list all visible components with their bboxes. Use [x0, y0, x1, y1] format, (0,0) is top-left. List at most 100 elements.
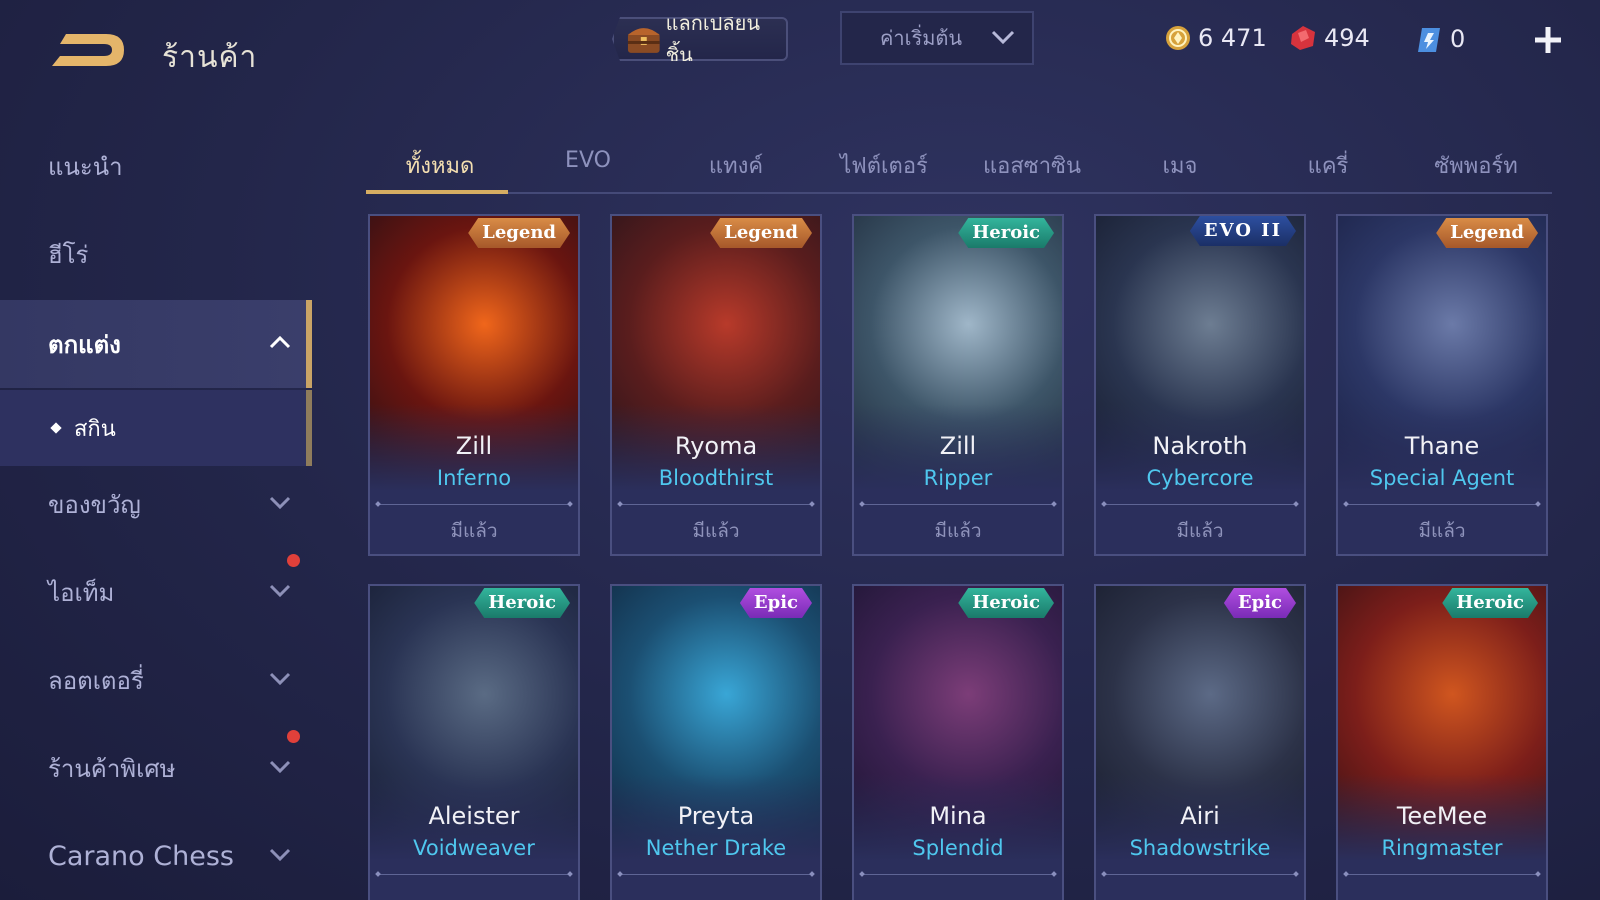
exchange-pieces-button[interactable]: แลกเปลี่ยนชิ้น	[612, 17, 788, 61]
sidebar-item-label: Carano Chess	[48, 840, 234, 872]
owned-status: มีแล้ว	[934, 520, 982, 542]
sidebar-item-special-shop[interactable]: ร้านค้าพิเศษ	[0, 724, 312, 812]
skin-card[interactable]: Legend Ryoma Bloodthirst มีแล้ว	[610, 214, 822, 556]
back-button[interactable]	[46, 26, 128, 74]
skin-card[interactable]: Epic Airi Shadowstrike	[1094, 584, 1306, 900]
red-voucher-icon	[1291, 26, 1315, 50]
tier-badge: Heroic	[474, 588, 570, 618]
sidebar-item-label: ฮีโร่	[48, 240, 89, 269]
chevron-up-icon	[269, 335, 291, 349]
skin-name: Special Agent	[1369, 466, 1515, 490]
skin-card[interactable]: Heroic Mina Splendid	[852, 584, 1064, 900]
card-divider	[1346, 504, 1538, 505]
tab-label: ซัพพอร์ท	[1434, 154, 1518, 179]
hero-name: TeeMee	[1396, 802, 1488, 830]
ticket-currency: 0	[1416, 24, 1465, 54]
skin-name: Bloodthirst	[658, 466, 774, 490]
voucher-currency: 494	[1288, 24, 1370, 52]
tier-badge: Legend	[468, 218, 570, 248]
tab-label: แครี่	[1307, 154, 1349, 179]
hero-name: Thane	[1404, 432, 1480, 460]
sidebar-item-label: ตกแต่ง	[48, 330, 121, 359]
tab-label: ไฟต์เตอร์	[840, 154, 928, 179]
chevron-down-icon	[269, 496, 291, 510]
skin-name: Ringmaster	[1381, 836, 1503, 860]
skin-grid: Legend Zill Inferno มีแล้ว Legend Ryoma Bloodt…	[368, 214, 1554, 900]
add-currency-button[interactable]	[1530, 22, 1566, 58]
skin-name: Splendid	[912, 836, 1004, 860]
sidebar-item-recommended[interactable]: แนะนำ	[0, 122, 312, 210]
tier-badge: Epic	[1224, 588, 1296, 618]
sidebar-subitem-label: สกิน	[74, 416, 116, 442]
card-divider	[378, 874, 570, 875]
tab-support[interactable]: ซัพพอร์ท	[1402, 148, 1550, 192]
chevron-down-icon	[269, 848, 291, 862]
sidebar-item-heroes[interactable]: ฮีโร่	[0, 210, 312, 298]
chevron-down-icon	[269, 584, 291, 598]
tier-badge: Heroic	[1442, 588, 1538, 618]
tab-all[interactable]: ทั้งหมด	[366, 148, 514, 194]
voucher-amount: 494	[1324, 24, 1370, 52]
tab-evo[interactable]: EVO	[514, 148, 662, 192]
hero-name: Airi	[1180, 802, 1220, 830]
owned-status: มีแล้ว	[1176, 520, 1224, 542]
sidebar-item-label: ไอเท็ม	[48, 578, 115, 607]
hero-name: Zill	[455, 432, 493, 460]
card-divider	[1104, 504, 1296, 505]
hero-name: Zill	[939, 432, 977, 460]
tab-mage[interactable]: เมจ	[1106, 148, 1254, 192]
tier-badge: EVO II	[1190, 216, 1296, 246]
hero-name: Ryoma	[674, 432, 758, 460]
skin-card[interactable]: Epic Preyta Nether Drake	[610, 584, 822, 900]
sidebar-item-label: แนะนำ	[48, 152, 123, 181]
tab-carry[interactable]: แครี่	[1254, 148, 1402, 192]
owned-status: มีแล้ว	[692, 520, 740, 542]
tab-label: เมจ	[1162, 154, 1198, 179]
skin-card[interactable]: EVO II Nakroth Cybercore มีแล้ว	[1094, 214, 1306, 556]
tab-label: แอสซาซิน	[982, 154, 1082, 179]
gold-amount: 6 471	[1198, 24, 1267, 52]
sidebar-item-label: ร้านค้าพิเศษ	[48, 754, 176, 783]
card-divider	[1104, 874, 1296, 875]
sidebar-item-lottery[interactable]: ลอตเตอรี่	[0, 636, 312, 724]
tab-tank[interactable]: แทงค์	[662, 148, 810, 192]
owned-status: มีแล้ว	[1418, 520, 1466, 542]
tab-assassin[interactable]: แอสซาซิน	[958, 148, 1106, 192]
card-divider	[620, 504, 812, 505]
skin-name: Shadowstrike	[1129, 836, 1271, 860]
sort-dropdown[interactable]: ค่าเริ่มต้น	[840, 11, 1034, 65]
sidebar-subitem-skins[interactable]: สกิน	[0, 390, 312, 466]
skin-name: Inferno	[436, 466, 512, 490]
skin-name: Voidweaver	[413, 836, 535, 860]
ticket-amount: 0	[1450, 25, 1466, 53]
skin-card[interactable]: Legend Thane Special Agent มีแล้ว	[1336, 214, 1548, 556]
category-tabs: ทั้งหมด EVO แทงค์ ไฟต์เตอร์ แอสซาซิน เมจ…	[366, 142, 1552, 194]
skin-card[interactable]: Legend Zill Inferno มีแล้ว	[368, 214, 580, 556]
tier-badge: Epic	[740, 588, 812, 618]
sort-selected-value: ค่าเริ่มต้น	[880, 26, 963, 50]
skin-card[interactable]: Heroic Aleister Voidweaver	[368, 584, 580, 900]
bullet-diamond-icon	[50, 422, 62, 434]
tab-fighter[interactable]: ไฟต์เตอร์	[810, 148, 958, 192]
sidebar-item-cosmetics[interactable]: ตกแต่ง	[0, 300, 312, 388]
page-title: ร้านค้า	[162, 40, 258, 75]
sidebar-item-label: ลอตเตอรี่	[48, 666, 144, 695]
tier-badge: Legend	[710, 218, 812, 248]
hero-name: Mina	[929, 802, 987, 830]
owned-status: มีแล้ว	[450, 520, 498, 542]
active-tab-underline	[366, 190, 508, 194]
sidebar-item-label: ของขวัญ	[48, 490, 141, 519]
sidebar-item-items[interactable]: ไอเท็ม	[0, 548, 312, 636]
sidebar-item-gifts[interactable]: ของขวัญ	[0, 460, 312, 548]
tier-badge: Heroic	[958, 218, 1054, 248]
blue-ticket-icon	[1418, 28, 1440, 52]
skin-card[interactable]: Heroic TeeMee Ringmaster	[1336, 584, 1548, 900]
card-divider	[862, 874, 1054, 875]
card-divider	[378, 504, 570, 505]
sidebar-item-carano-chess[interactable]: Carano Chess	[0, 812, 312, 900]
gold-currency: 6 471	[1164, 24, 1267, 52]
skin-card[interactable]: Heroic Zill Ripper มีแล้ว	[852, 214, 1064, 556]
sidebar: แนะนำ ฮีโร่ ตกแต่ง สกิน ของขวัญ ไอเท็ม ล…	[0, 122, 312, 900]
gold-coin-icon	[1166, 26, 1190, 50]
skin-name: Ripper	[923, 466, 993, 490]
